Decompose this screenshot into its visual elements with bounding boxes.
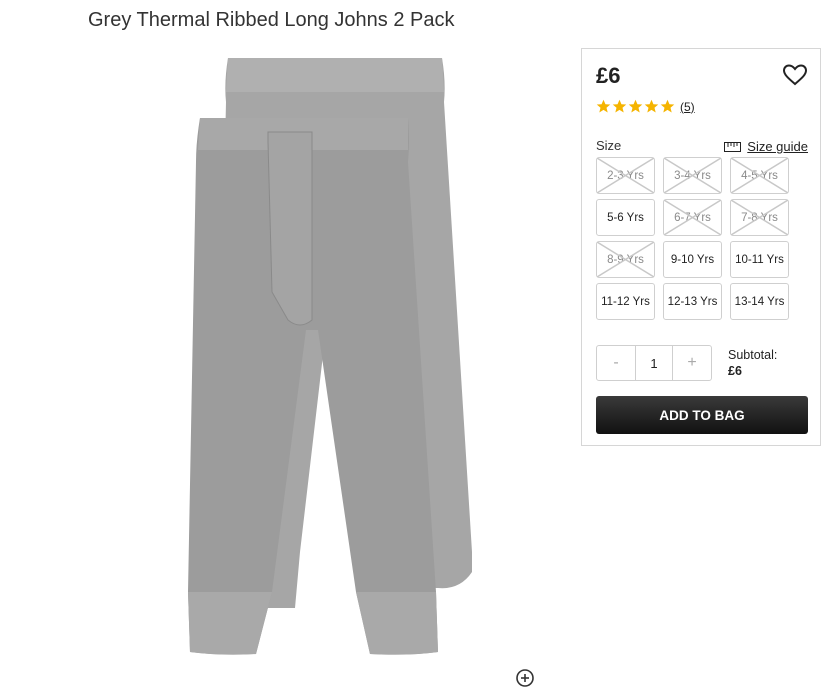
size-option-label: 3-4 Yrs [674,169,711,182]
product-image [188,58,472,655]
size-option[interactable]: 12-13 Yrs [663,283,722,320]
size-option[interactable]: 6-7 Yrs [663,199,722,236]
size-option-label: 10-11 Yrs [735,253,784,266]
quantity-decrease-button[interactable]: - [597,346,635,380]
size-option[interactable]: 10-11 Yrs [730,241,789,278]
size-option[interactable]: 5-6 Yrs [596,199,655,236]
star-icon [596,99,611,113]
size-grid: 2-3 Yrs 3-4 Yrs 4-5 Yrs 5-6 Yrs 6-7 Yrs 7-8 Y… [596,157,789,320]
rating: (5) [596,99,695,114]
star-icon [644,99,659,113]
size-option-label: 11-12 Yrs [601,295,650,308]
subtotal: Subtotal: £6 [728,347,777,379]
size-guide-link[interactable]: Size guide [724,139,808,154]
size-option[interactable]: 9-10 Yrs [663,241,722,278]
quantity-stepper: - 1 + [596,345,712,381]
price: £6 [596,63,621,88]
size-option-label: 4-5 Yrs [741,169,778,182]
zoom-in-icon[interactable] [515,668,535,688]
size-option[interactable]: 4-5 Yrs [730,157,789,194]
subtotal-label: Subtotal: [728,348,778,362]
wishlist-heart-icon[interactable] [782,63,808,87]
product-title: Grey Thermal Ribbed Long Johns 2 Pack [88,9,455,31]
size-option-label: 12-13 Yrs [667,295,718,308]
star-icon [660,99,675,113]
review-count-link[interactable]: (5) [680,100,695,114]
size-option-label: 7-8 Yrs [741,211,778,224]
size-guide-label: Size guide [747,139,808,154]
size-option[interactable]: 11-12 Yrs [596,283,655,320]
size-option-label: 2-3 Yrs [607,169,644,182]
quantity-increase-button[interactable]: + [673,346,711,380]
purchase-panel: £6 (5) Size Size guide 2-3 Yrs 3-4 Yrs 4-5… [581,48,821,446]
size-option[interactable]: 3-4 Yrs [663,157,722,194]
rating-stars [596,99,676,114]
size-option-label: 9-10 Yrs [670,253,715,266]
ruler-icon [724,141,742,152]
size-option-label: 5-6 Yrs [607,211,644,224]
size-option-label: 13-14 Yrs [734,295,785,308]
size-label: Size [596,138,622,153]
quantity-value[interactable]: 1 [635,346,673,380]
size-option[interactable]: 8-9 Yrs [596,241,655,278]
size-option[interactable]: 13-14 Yrs [730,283,789,320]
size-option[interactable]: 7-8 Yrs [730,199,789,236]
star-icon [628,99,643,113]
add-to-bag-button[interactable]: ADD TO BAG [596,396,808,434]
size-option-label: 8-9 Yrs [607,253,644,266]
size-option-label: 6-7 Yrs [674,211,711,224]
star-icon [612,99,627,113]
size-option[interactable]: 2-3 Yrs [596,157,655,194]
subtotal-value: £6 [728,364,742,378]
